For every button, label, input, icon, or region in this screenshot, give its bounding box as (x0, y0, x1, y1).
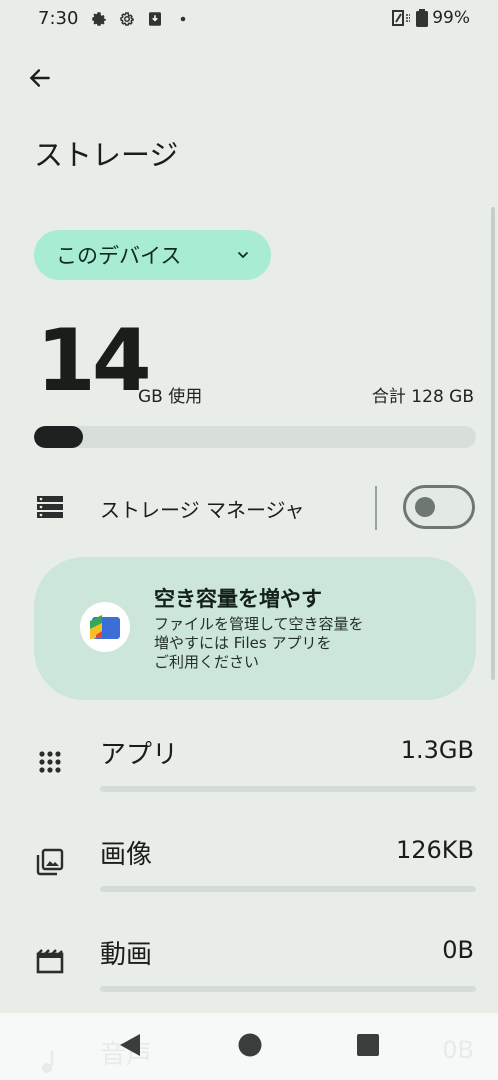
nav-back-icon[interactable] (116, 1031, 144, 1059)
promo-line: 増やすには Files アプリを (154, 634, 332, 652)
storage-manager-icon (36, 494, 64, 524)
divider (375, 486, 377, 530)
category-value: 0B (442, 936, 474, 964)
storage-progress-bar (34, 426, 476, 448)
status-icons (90, 10, 192, 28)
signal-icon (392, 10, 411, 26)
storage-manager-label: ストレージ マネージャ (100, 498, 305, 522)
promo-line: ご利用ください (154, 653, 260, 671)
navigation-bar (0, 1013, 498, 1080)
storage-manager-toggle[interactable] (403, 485, 475, 529)
category-label: 画像 (100, 840, 153, 870)
promo-body: ファイルを管理して空き容量を 増やすには Files アプリを ご利用ください (154, 615, 364, 672)
video-icon (36, 949, 64, 974)
scrollbar[interactable] (491, 207, 495, 680)
images-icon (36, 848, 64, 876)
nav-recents-icon[interactable] (356, 1031, 380, 1059)
category-label: アプリ (100, 740, 179, 770)
used-amount: 14 (36, 311, 152, 411)
arrow-left-icon (29, 69, 50, 87)
category-row-apps[interactable]: アプリ 1.3GB (0, 718, 498, 818)
back-button[interactable] (22, 60, 58, 96)
chevron-down-icon (238, 252, 248, 259)
status-right: 99% (392, 8, 470, 28)
device-selector-label: このデバイス (56, 244, 182, 268)
toggle-knob (415, 497, 435, 517)
category-value: 1.3GB (400, 736, 474, 764)
gear-outline-icon (120, 12, 134, 26)
promo-line: ファイルを管理して空き容量を (154, 615, 364, 633)
battery-level: 99% (432, 8, 470, 28)
category-bar (100, 986, 476, 992)
apps-grid-icon (39, 751, 61, 773)
category-bar (100, 886, 476, 892)
total-label: 合計 128 GB (371, 387, 474, 407)
storage-progress-fill (34, 426, 83, 448)
nav-home-icon[interactable] (236, 1031, 264, 1059)
free-up-space-card[interactable]: 空き容量を増やす ファイルを管理して空き容量を 増やすには Files アプリを… (34, 557, 476, 700)
files-app-logo (80, 602, 130, 652)
category-label: 動画 (100, 940, 153, 970)
category-row-images[interactable]: 画像 126KB (0, 818, 498, 918)
battery-icon (416, 9, 429, 27)
page-title: ストレージ (34, 138, 179, 172)
category-bar (100, 786, 476, 792)
download-icon (149, 12, 161, 26)
used-label: GB 使用 (138, 387, 203, 407)
category-row-video[interactable]: 動画 0B (0, 918, 498, 1018)
category-value: 126KB (395, 836, 474, 864)
status-time: 7:30 (38, 8, 79, 29)
dot-icon (180, 16, 186, 22)
device-selector[interactable]: このデバイス (34, 230, 271, 280)
promo-title: 空き容量を増やす (154, 587, 322, 611)
gear-icon (92, 12, 106, 26)
